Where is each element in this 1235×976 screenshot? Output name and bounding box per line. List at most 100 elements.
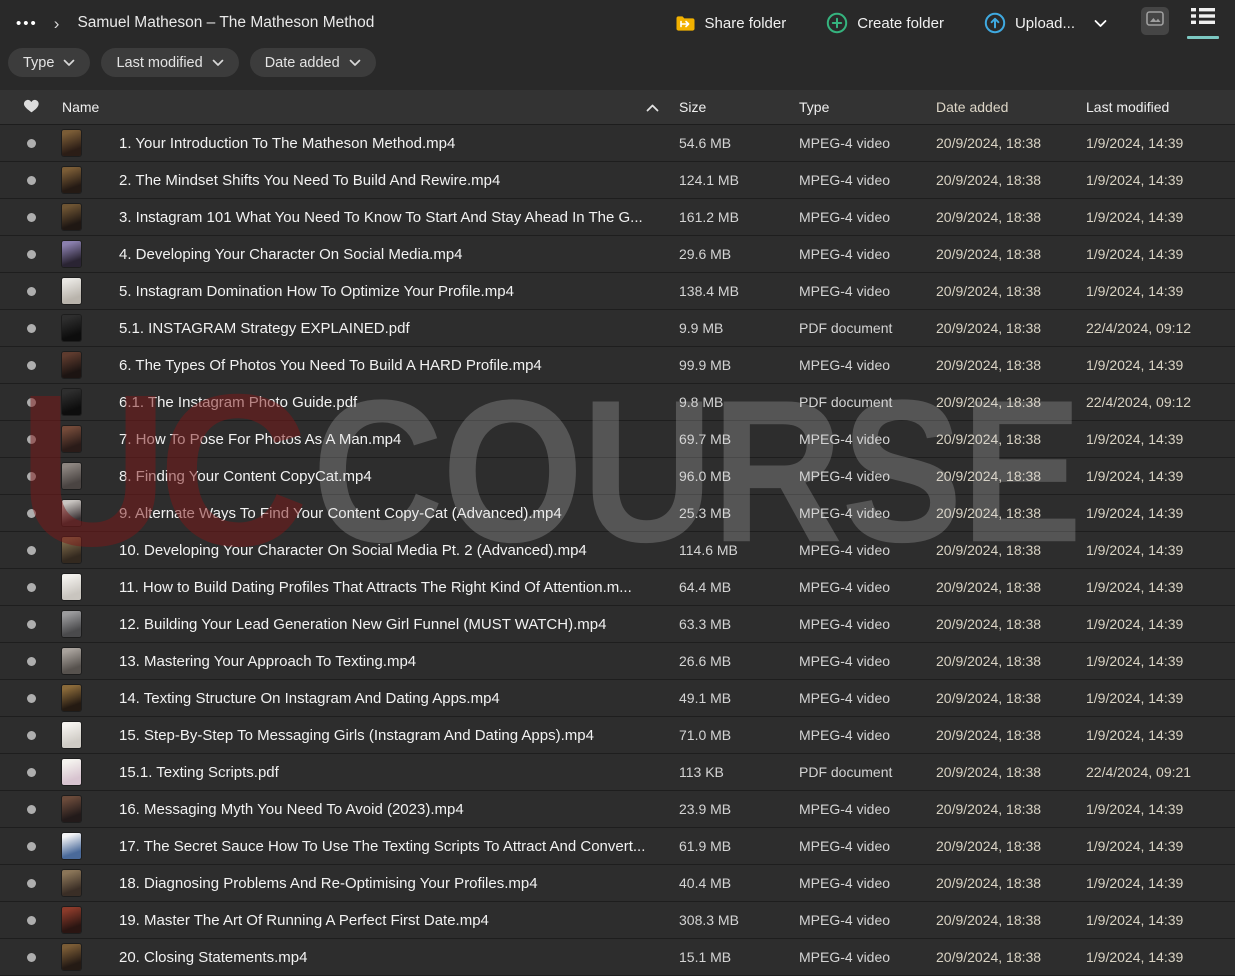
create-folder-button[interactable]: Create folder bbox=[826, 12, 944, 34]
selection-dot[interactable] bbox=[27, 694, 36, 703]
table-row[interactable]: 12. Building Your Lead Generation New Gi… bbox=[0, 606, 1235, 643]
selection-dot[interactable] bbox=[27, 287, 36, 296]
selection-dot[interactable] bbox=[27, 657, 36, 666]
file-last-modified: 1/9/2024, 14:39 bbox=[1086, 209, 1235, 225]
table-row[interactable]: 20. Closing Statements.mp4 15.1 MB MPEG-… bbox=[0, 939, 1235, 976]
selection-dot[interactable] bbox=[27, 842, 36, 851]
file-date-added: 20/9/2024, 18:38 bbox=[936, 912, 1086, 928]
table-body: 1. Your Introduction To The Matheson Met… bbox=[0, 125, 1235, 976]
last-modified-column-header[interactable]: Last modified bbox=[1086, 99, 1235, 115]
size-column-header[interactable]: Size bbox=[679, 99, 799, 115]
file-thumbnail bbox=[62, 648, 81, 674]
menu-dots-icon[interactable]: ••• bbox=[16, 16, 38, 31]
table-row[interactable]: 11. How to Build Dating Profiles That At… bbox=[0, 569, 1235, 606]
selection-dot[interactable] bbox=[27, 546, 36, 555]
table-header: Name Size Type Date added Last modified bbox=[0, 90, 1235, 125]
selection-dot[interactable] bbox=[27, 435, 36, 444]
table-row[interactable]: 10. Developing Your Character On Social … bbox=[0, 532, 1235, 569]
list-view-icon bbox=[1190, 7, 1216, 30]
selection-dot[interactable] bbox=[27, 953, 36, 962]
selection-dot[interactable] bbox=[27, 139, 36, 148]
favourite-column-header[interactable] bbox=[0, 98, 62, 116]
file-date-added: 20/9/2024, 18:38 bbox=[936, 838, 1086, 854]
selection-dot[interactable] bbox=[27, 620, 36, 629]
list-view-button[interactable] bbox=[1187, 7, 1219, 39]
table-row[interactable]: 18. Diagnosing Problems And Re-Optimisin… bbox=[0, 865, 1235, 902]
table-row[interactable]: 7. How To Pose For Photos As A Man.mp4 6… bbox=[0, 421, 1235, 458]
table-row[interactable]: 13. Mastering Your Approach To Texting.m… bbox=[0, 643, 1235, 680]
file-thumbnail bbox=[62, 204, 81, 230]
file-last-modified: 1/9/2024, 14:39 bbox=[1086, 838, 1235, 854]
breadcrumb[interactable]: Samuel Matheson – The Matheson Method bbox=[77, 14, 374, 32]
table-row[interactable]: 4. Developing Your Character On Social M… bbox=[0, 236, 1235, 273]
selection-dot[interactable] bbox=[27, 731, 36, 740]
selection-dot[interactable] bbox=[27, 583, 36, 592]
file-type: PDF document bbox=[799, 764, 936, 780]
table-row[interactable]: 2. The Mindset Shifts You Need To Build … bbox=[0, 162, 1235, 199]
file-type: MPEG-4 video bbox=[799, 616, 936, 632]
selection-dot[interactable] bbox=[27, 879, 36, 888]
table-row[interactable]: 6. The Types Of Photos You Need To Build… bbox=[0, 347, 1235, 384]
table-row[interactable]: 5. Instagram Domination How To Optimize … bbox=[0, 273, 1235, 310]
table-row[interactable]: 17. The Secret Sauce How To Use The Text… bbox=[0, 828, 1235, 865]
upload-button[interactable]: Upload... bbox=[984, 12, 1107, 34]
file-name: 5. Instagram Domination How To Optimize … bbox=[119, 283, 679, 300]
file-size: 138.4 MB bbox=[679, 283, 799, 299]
file-type: MPEG-4 video bbox=[799, 912, 936, 928]
filter-type[interactable]: Type bbox=[8, 48, 90, 77]
file-thumbnail bbox=[62, 463, 81, 489]
file-date-added: 20/9/2024, 18:38 bbox=[936, 505, 1086, 521]
table-row[interactable]: 9. Alternate Ways To Find Your Content C… bbox=[0, 495, 1235, 532]
file-last-modified: 22/4/2024, 09:12 bbox=[1086, 394, 1235, 410]
thumbnail-view-button[interactable] bbox=[1141, 7, 1169, 35]
selection-dot[interactable] bbox=[27, 324, 36, 333]
file-type: MPEG-4 video bbox=[799, 579, 936, 595]
name-column-header[interactable]: Name bbox=[62, 99, 679, 115]
table-row[interactable]: 5.1. INSTAGRAM Strategy EXPLAINED.pdf 9.… bbox=[0, 310, 1235, 347]
table-row[interactable]: 15.1. Texting Scripts.pdf 113 KB PDF doc… bbox=[0, 754, 1235, 791]
file-size: 71.0 MB bbox=[679, 727, 799, 743]
file-size: 23.9 MB bbox=[679, 801, 799, 817]
file-last-modified: 1/9/2024, 14:39 bbox=[1086, 727, 1235, 743]
file-thumbnail bbox=[62, 759, 81, 785]
table-row[interactable]: 1. Your Introduction To The Matheson Met… bbox=[0, 125, 1235, 162]
selection-dot[interactable] bbox=[27, 176, 36, 185]
file-thumbnail bbox=[62, 167, 81, 193]
selection-dot[interactable] bbox=[27, 768, 36, 777]
file-name: 20. Closing Statements.mp4 bbox=[119, 949, 679, 966]
table-row[interactable]: 8. Finding Your Content CopyCat.mp4 96.0… bbox=[0, 458, 1235, 495]
selection-dot[interactable] bbox=[27, 509, 36, 518]
upload-caret-icon[interactable] bbox=[1094, 19, 1107, 28]
table-row[interactable]: 3. Instagram 101 What You Need To Know T… bbox=[0, 199, 1235, 236]
type-column-header[interactable]: Type bbox=[799, 99, 936, 115]
file-size: 63.3 MB bbox=[679, 616, 799, 632]
file-type: MPEG-4 video bbox=[799, 727, 936, 743]
file-type: MPEG-4 video bbox=[799, 875, 936, 891]
heart-icon bbox=[23, 98, 40, 116]
date-added-column-header[interactable]: Date added bbox=[936, 99, 1086, 115]
table-row[interactable]: 19. Master The Art Of Running A Perfect … bbox=[0, 902, 1235, 939]
file-thumbnail bbox=[62, 611, 81, 637]
selection-dot[interactable] bbox=[27, 361, 36, 370]
table-row[interactable]: 16. Messaging Myth You Need To Avoid (20… bbox=[0, 791, 1235, 828]
file-thumbnail bbox=[62, 389, 81, 415]
filter-last-modified[interactable]: Last modified bbox=[101, 48, 238, 77]
selection-dot[interactable] bbox=[27, 250, 36, 259]
filter-date-added-label: Date added bbox=[265, 55, 340, 71]
table-row[interactable]: 14. Texting Structure On Instagram And D… bbox=[0, 680, 1235, 717]
selection-dot[interactable] bbox=[27, 916, 36, 925]
file-last-modified: 1/9/2024, 14:39 bbox=[1086, 135, 1235, 151]
filter-date-added[interactable]: Date added bbox=[250, 48, 376, 77]
table-row[interactable]: 6.1. The Instagram Photo Guide.pdf 9.8 M… bbox=[0, 384, 1235, 421]
file-thumbnail bbox=[62, 241, 81, 267]
selection-dot[interactable] bbox=[27, 805, 36, 814]
file-size: 9.8 MB bbox=[679, 394, 799, 410]
selection-dot[interactable] bbox=[27, 398, 36, 407]
share-folder-button[interactable]: Share folder bbox=[675, 15, 787, 32]
file-thumbnail bbox=[62, 352, 81, 378]
selection-dot[interactable] bbox=[27, 472, 36, 481]
selection-dot[interactable] bbox=[27, 213, 36, 222]
table-row[interactable]: 15. Step-By-Step To Messaging Girls (Ins… bbox=[0, 717, 1235, 754]
file-name: 11. How to Build Dating Profiles That At… bbox=[119, 579, 679, 596]
file-thumbnail bbox=[62, 315, 81, 341]
